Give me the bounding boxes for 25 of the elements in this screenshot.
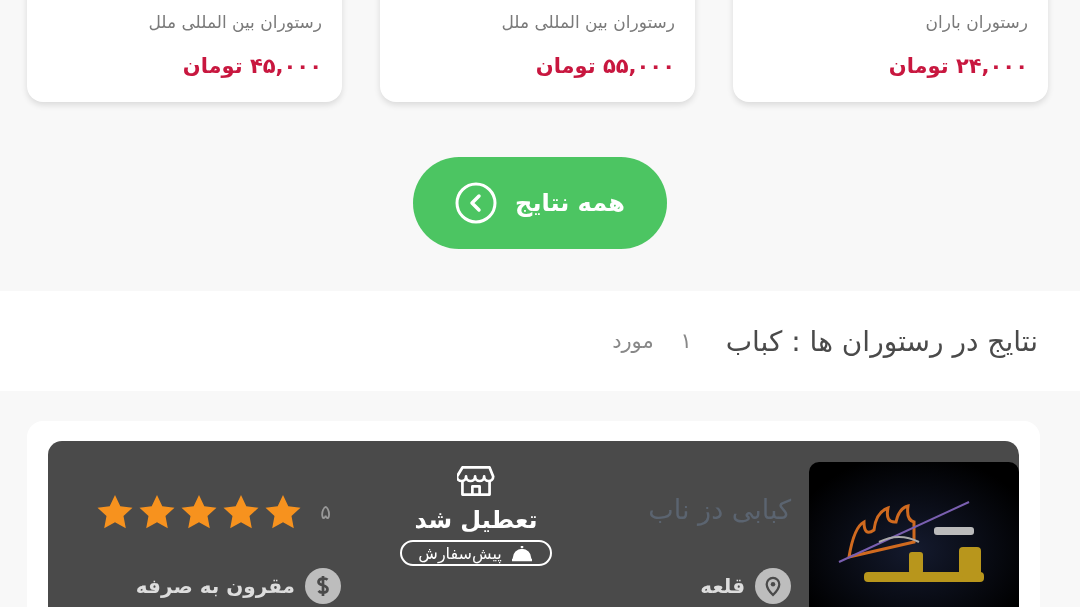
price-level-label: مقرون به صرفه <box>135 574 295 598</box>
food-price: ۲۴,۰۰۰ تومان <box>888 54 1028 78</box>
restaurant-name: رستوران بین المللی ملل <box>148 12 322 32</box>
cloche-icon <box>509 543 534 563</box>
results-count: ۱ مورد <box>612 329 692 353</box>
food-card[interactable]: رستوران باران ۲۴,۰۰۰ تومان <box>733 0 1048 102</box>
restaurant-name: رستوران باران <box>925 12 1028 32</box>
restaurant-name: رستوران بین المللی ملل <box>501 12 675 32</box>
rating-value: ۵ <box>320 500 331 524</box>
star-icon <box>138 494 177 530</box>
star-icon <box>96 494 135 530</box>
star-icon <box>264 494 303 530</box>
results-heading: نتایج در رستوران ها : کباب <box>725 324 1038 358</box>
status-label: تعطیل شد <box>414 506 538 534</box>
chevron-circle-icon <box>455 182 498 224</box>
food-price: ۵۵,۰۰۰ تومان <box>535 54 675 78</box>
star-icon <box>222 494 261 530</box>
location-label: قلعه <box>700 574 745 598</box>
food-card[interactable]: رستوران بین المللی ملل ۴۵,۰۰۰ تومان <box>27 0 342 102</box>
location-pin-icon <box>755 568 791 604</box>
food-card[interactable]: رستوران بین المللی ملل ۵۵,۰۰۰ تومان <box>380 0 695 102</box>
dollar-icon <box>305 568 341 604</box>
food-price: ۴۵,۰۰۰ تومان <box>182 54 322 78</box>
preorder-button[interactable]: پیش‌سفارش <box>400 540 552 566</box>
star-icon <box>180 494 219 530</box>
